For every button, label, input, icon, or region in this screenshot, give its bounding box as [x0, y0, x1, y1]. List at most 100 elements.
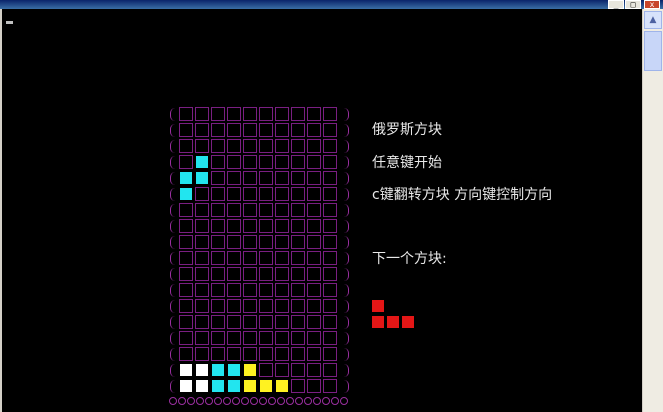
- empty-cell: [243, 347, 257, 361]
- empty-cell: [227, 123, 241, 137]
- board-right-wall: [343, 107, 349, 395]
- empty-cell: [275, 299, 289, 313]
- empty-cell: [275, 315, 289, 329]
- empty-cell: [227, 155, 241, 169]
- next-piece-cell: [386, 315, 400, 329]
- empty-cell: [179, 283, 193, 297]
- empty-cell: [195, 187, 209, 201]
- empty-cell: [259, 251, 273, 265]
- scroll-up-arrow-icon[interactable]: ▲: [644, 11, 662, 29]
- empty-cell: [259, 347, 273, 361]
- empty-cell: [179, 299, 193, 313]
- empty-cell: [307, 267, 321, 281]
- empty-cell: [243, 299, 257, 313]
- empty-cell: [211, 155, 225, 169]
- empty-cell: [227, 235, 241, 249]
- floor-ring: [250, 397, 258, 405]
- empty-cell: [307, 203, 321, 217]
- empty-cell: [291, 235, 305, 249]
- empty-cell: [291, 251, 305, 265]
- empty-cell: [259, 267, 273, 281]
- empty-cell: [243, 155, 257, 169]
- wall-segment: [170, 380, 176, 393]
- empty-cell: [179, 347, 193, 361]
- empty-cell: [259, 283, 273, 297]
- empty-cell: [211, 331, 225, 345]
- wall-segment: [170, 300, 176, 313]
- empty-cell: [243, 187, 257, 201]
- empty-cell: [195, 235, 209, 249]
- empty-cell: [307, 139, 321, 153]
- minimize-button[interactable]: _: [608, 0, 624, 9]
- floor-ring: [178, 397, 186, 405]
- empty-cell: [291, 187, 305, 201]
- empty-cell: [291, 203, 305, 217]
- wall-segment: [343, 268, 349, 281]
- empty-cell: [227, 299, 241, 313]
- empty-cell: [227, 219, 241, 233]
- empty-cell: [211, 107, 225, 121]
- empty-cell: [275, 171, 289, 185]
- empty-cell: [179, 139, 193, 153]
- empty-cell: [275, 283, 289, 297]
- empty-cell: [307, 107, 321, 121]
- vertical-scrollbar[interactable]: ▲: [642, 9, 663, 412]
- floor-ring: [232, 397, 240, 405]
- wall-segment: [170, 236, 176, 249]
- empty-cell: [307, 347, 321, 361]
- empty-cell: [243, 139, 257, 153]
- empty-cell: [275, 331, 289, 345]
- empty-cell: [323, 347, 337, 361]
- empty-cell: [195, 107, 209, 121]
- empty-cell: [211, 139, 225, 153]
- controls-hint: c键翻转方块 方向键控制方向: [372, 187, 553, 203]
- empty-cell: [291, 347, 305, 361]
- wall-segment: [343, 252, 349, 265]
- wall-segment: [343, 124, 349, 137]
- floor-ring: [187, 397, 195, 405]
- maximize-button[interactable]: □: [625, 0, 641, 9]
- scroll-thumb[interactable]: [644, 31, 662, 71]
- empty-cell: [179, 203, 193, 217]
- empty-cell: [211, 283, 225, 297]
- window-titlebar: _ □ x: [0, 0, 663, 9]
- empty-cell: [323, 139, 337, 153]
- filled-cell: [243, 379, 257, 393]
- filled-cell: [211, 363, 225, 377]
- next-piece-label: 下一个方块:: [372, 251, 447, 267]
- empty-cell: [323, 107, 337, 121]
- filled-cell: [195, 379, 209, 393]
- empty-cell: [227, 347, 241, 361]
- empty-cell: [195, 123, 209, 137]
- empty-cell: [179, 251, 193, 265]
- floor-ring: [304, 397, 312, 405]
- game-title: 俄罗斯方块: [372, 122, 442, 138]
- floor-ring: [295, 397, 303, 405]
- floor-ring: [277, 397, 285, 405]
- empty-cell: [227, 331, 241, 345]
- empty-cell: [291, 379, 305, 393]
- empty-cell: [259, 363, 273, 377]
- wall-segment: [170, 316, 176, 329]
- floor-ring: [268, 397, 276, 405]
- empty-cell: [323, 171, 337, 185]
- empty-cell: [307, 363, 321, 377]
- empty-cell: [195, 315, 209, 329]
- empty-cell: [275, 267, 289, 281]
- empty-cell: [243, 235, 257, 249]
- empty-cell: [179, 123, 193, 137]
- empty-cell: [179, 331, 193, 345]
- empty-cell: [323, 187, 337, 201]
- close-button[interactable]: x: [644, 0, 660, 9]
- empty-cell: [323, 155, 337, 169]
- empty-cell: [291, 283, 305, 297]
- empty-cell: [323, 315, 337, 329]
- empty-cell: [259, 299, 273, 313]
- empty-cell: [259, 171, 273, 185]
- empty-cell: [323, 331, 337, 345]
- empty-cell: [323, 251, 337, 265]
- empty-cell: [211, 267, 225, 281]
- empty-cell: [195, 203, 209, 217]
- empty-cell: [323, 267, 337, 281]
- empty-cell: [211, 203, 225, 217]
